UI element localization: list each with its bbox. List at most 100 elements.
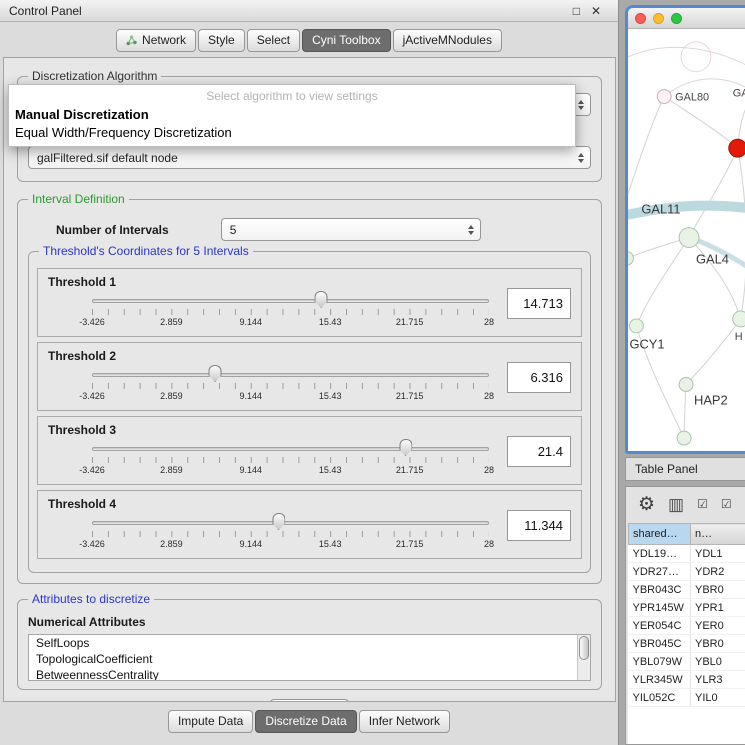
network-edge[interactable] [628, 97, 664, 204]
network-canvas[interactable]: GAL80GAGAL11GAL4GCY1HAP2H [628, 29, 745, 451]
threshold-value-field[interactable]: 21.4 [507, 436, 571, 467]
slider-thumb-icon[interactable] [315, 291, 328, 308]
table-cell[interactable]: YER0 [691, 617, 745, 635]
network-node-gal4[interactable] [679, 228, 699, 248]
table-row[interactable]: YBR043CYBR0 [629, 581, 745, 599]
tab-infer-network[interactable]: Infer Network [359, 710, 450, 733]
scale-tick-label: 15.43 [319, 391, 342, 401]
table-cell[interactable]: YBR0 [691, 581, 745, 599]
table-row[interactable]: YBL079WYBL0 [629, 653, 745, 671]
slider-thumb-icon[interactable] [272, 513, 285, 530]
table-row[interactable]: YPR145WYPR1 [629, 599, 745, 617]
network-node-h[interactable] [733, 311, 745, 327]
table-cell[interactable]: YDL19… [629, 545, 691, 563]
slider-track[interactable] [92, 373, 489, 377]
network-node[interactable] [729, 139, 745, 157]
network-edge[interactable] [684, 384, 686, 438]
threshold-slider[interactable]: -3.4262.8599.14415.4321.71528 [92, 290, 489, 332]
tab-select[interactable]: Select [247, 29, 300, 52]
list-scrollbar[interactable] [577, 635, 590, 680]
table-cell[interactable]: YBL079W [629, 653, 691, 671]
tab-impute-data[interactable]: Impute Data [168, 710, 253, 733]
table-cell[interactable]: YIL052C [629, 689, 691, 707]
network-edge[interactable] [636, 238, 689, 326]
threshold-slider[interactable]: -3.4262.8599.14415.4321.71528 [92, 512, 489, 554]
table-cell[interactable]: YDL1 [691, 545, 745, 563]
tab-style[interactable]: Style [198, 29, 245, 52]
network-node-gal80[interactable] [657, 90, 671, 104]
threshold-value-field[interactable]: 6.316 [507, 362, 571, 393]
table-cell[interactable]: YLR345W [629, 671, 691, 689]
deselect-columns-icon[interactable]: ☑ [721, 498, 732, 510]
minimize-traffic-light-icon[interactable] [653, 13, 664, 24]
tab-discretize-data[interactable]: Discretize Data [255, 710, 356, 733]
table-row[interactable]: YDR27…YDR2 [629, 563, 745, 581]
settings-gear-icon[interactable]: ⚙ [638, 495, 655, 514]
slider-track[interactable] [92, 447, 489, 451]
slider-track[interactable] [92, 299, 489, 303]
dropdown-option-manual-discretization[interactable]: Manual Discretization [9, 105, 575, 123]
table-row[interactable]: YER054CYER0 [629, 617, 745, 635]
float-window-icon[interactable]: □ [573, 4, 580, 18]
slider-thumb-icon[interactable] [399, 439, 412, 456]
tab-network[interactable]: Network [116, 29, 196, 52]
table-cell[interactable]: YDR2 [691, 563, 745, 581]
table-cell[interactable]: YLR3 [691, 671, 745, 689]
attribute-list-item[interactable]: SelfLoops [29, 635, 590, 651]
threshold-slider[interactable]: -3.4262.8599.14415.4321.71528 [92, 438, 489, 480]
network-edge[interactable] [664, 97, 737, 149]
control-panel-titlebar: Control Panel □ ✕ [0, 0, 618, 22]
slider-ticks [92, 309, 489, 315]
num-intervals-combobox[interactable]: 5 [221, 218, 481, 241]
dropdown-option-equal-width-frequency[interactable]: Equal Width/Frequency Discretization [9, 123, 575, 141]
select-all-columns-icon[interactable]: ☑ [697, 498, 708, 510]
network-edge[interactable] [686, 319, 741, 385]
table-cell[interactable]: YBR0 [691, 635, 745, 653]
num-intervals-value: 5 [230, 223, 237, 237]
attribute-list-item[interactable]: BetweennessCentrality [29, 667, 590, 681]
table-row[interactable]: YIL052CYIL0 [629, 689, 745, 707]
network-node-hap2[interactable] [679, 378, 693, 392]
network-edge[interactable] [738, 148, 745, 319]
close-traffic-light-icon[interactable] [635, 13, 646, 24]
network-node[interactable] [677, 431, 691, 445]
column-header-shared-name[interactable]: shared… [629, 524, 691, 545]
table-cell[interactable]: YPR145W [629, 599, 691, 617]
close-window-icon[interactable]: ✕ [591, 4, 601, 18]
attributes-to-discretize-group: Attributes to discretize Numerical Attri… [17, 599, 602, 690]
tab-cyni-toolbox[interactable]: Cyni Toolbox [302, 29, 390, 52]
table-row[interactable]: YDL19…YDL1 [629, 545, 745, 563]
numerical-attributes-list[interactable]: SelfLoopsTopologicalCoefficientBetweenne… [28, 634, 591, 681]
attribute-list-item[interactable]: TopologicalCoefficient [29, 651, 590, 667]
table-cell[interactable]: YDR27… [629, 563, 691, 581]
table-cell[interactable]: YBR045C [629, 635, 691, 653]
table-cell[interactable]: YBR043C [629, 581, 691, 599]
slider-track[interactable] [92, 521, 489, 525]
table-cell[interactable]: YBL0 [691, 653, 745, 671]
threshold-value-field[interactable]: 11.344 [507, 510, 571, 541]
interval-definition-group: Interval Definition Number of Intervals … [17, 199, 602, 584]
threshold-slider[interactable]: -3.4262.8599.14415.4321.71528 [92, 364, 489, 406]
zoom-traffic-light-icon[interactable] [671, 13, 682, 24]
network-node-gcy1[interactable] [629, 319, 643, 333]
tab-jactivemnodules[interactable]: jActiveMNodules [393, 29, 502, 52]
network-node-label: GCY1 [629, 337, 664, 352]
threshold-value-field[interactable]: 14.713 [507, 288, 571, 319]
table-data-combobox[interactable]: galFiltered.sif default node [28, 146, 591, 169]
column-header-name[interactable]: n… [691, 524, 745, 545]
scrollbar-thumb[interactable] [579, 636, 589, 660]
tab-label: Network [142, 33, 186, 47]
table-cell[interactable]: YIL0 [691, 689, 745, 707]
network-edge[interactable] [689, 148, 738, 237]
table-row[interactable]: YBR045CYBR0 [629, 635, 745, 653]
apply-button[interactable]: Apply [270, 699, 348, 702]
network-node[interactable] [681, 42, 711, 72]
table-cell[interactable]: YPR1 [691, 599, 745, 617]
slider-thumb-icon[interactable] [209, 365, 222, 382]
table-cell[interactable]: YER054C [629, 617, 691, 635]
table-toolbar: ⚙ ▥ ☑ ☑ ☑ [626, 487, 745, 521]
table-row[interactable]: YLR345WYLR3 [629, 671, 745, 689]
scale-tick-label: 28 [484, 465, 494, 475]
network-node[interactable] [628, 251, 633, 265]
columns-icon[interactable]: ▥ [668, 496, 684, 513]
